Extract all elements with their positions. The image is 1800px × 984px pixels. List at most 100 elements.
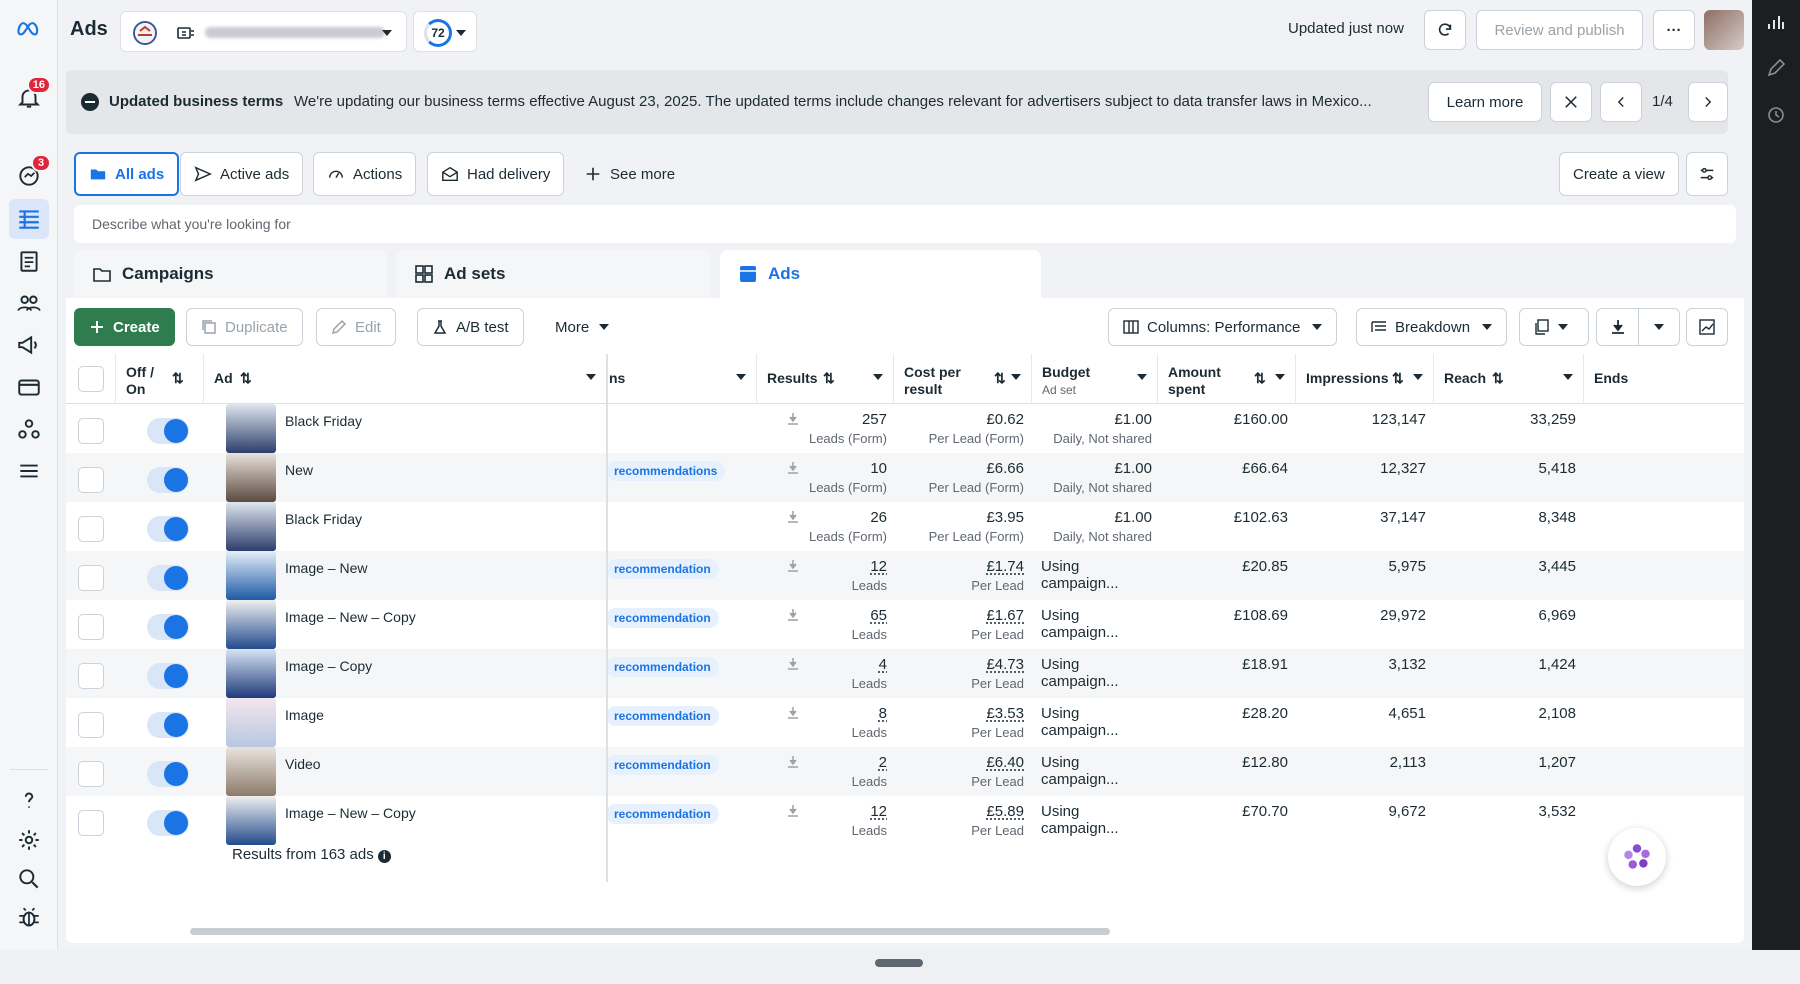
ad-status-toggle[interactable] <box>147 516 189 542</box>
reports-icon[interactable] <box>9 241 49 281</box>
pencil-icon[interactable] <box>1766 58 1786 78</box>
cost-value[interactable]: £5.89 <box>986 803 1024 820</box>
view-had-delivery[interactable]: Had delivery <box>427 152 565 196</box>
sort-icon[interactable]: ⇅ <box>172 370 184 387</box>
chevron-down-icon[interactable] <box>1563 374 1573 380</box>
ad-thumbnail[interactable] <box>226 453 276 502</box>
horizontal-scrollbar[interactable] <box>190 928 1110 935</box>
header-ends[interactable]: Ends <box>1584 354 1744 404</box>
results-value[interactable]: 12 <box>870 558 887 575</box>
results-value[interactable]: 65 <box>870 607 887 624</box>
header-budget[interactable]: Budget Ad set <box>1032 354 1158 404</box>
cost-value[interactable]: £1.74 <box>986 558 1024 575</box>
ad-name[interactable]: Video <box>285 756 321 772</box>
user-avatar[interactable] <box>1704 10 1744 50</box>
ad-thumbnail[interactable] <box>226 502 276 551</box>
ad-thumbnail[interactable] <box>226 747 276 796</box>
ad-status-toggle[interactable] <box>147 614 189 640</box>
recommendation-pill[interactable]: recommendation <box>606 755 719 775</box>
ad-name[interactable]: Image – Copy <box>285 658 372 674</box>
budget-value[interactable]: £1.00 <box>1114 460 1152 477</box>
ad-name[interactable]: Image – New <box>285 560 367 576</box>
ad-name[interactable]: Image – New – Copy <box>285 805 416 821</box>
duplicate-button[interactable]: Duplicate <box>186 308 303 346</box>
campaigns-megaphone-icon[interactable] <box>9 325 49 365</box>
row-checkbox[interactable] <box>78 516 104 542</box>
results-value[interactable]: 10 <box>870 460 887 477</box>
chevron-down-icon[interactable] <box>1137 374 1147 380</box>
create-view-button[interactable]: Create a view <box>1559 152 1679 196</box>
budget-value[interactable]: Using campaign... <box>1041 607 1119 641</box>
view-settings-button[interactable] <box>1686 152 1728 196</box>
search-input[interactable]: Describe what you're looking for <box>74 205 1736 243</box>
ad-thumbnail[interactable] <box>226 796 276 845</box>
sort-icon[interactable]: ⇅ <box>240 370 252 387</box>
results-value[interactable]: 2 <box>879 754 887 771</box>
select-all-checkbox[interactable] <box>78 366 104 392</box>
ad-status-toggle[interactable] <box>147 467 189 493</box>
ad-status-toggle[interactable] <box>147 810 189 836</box>
sort-icon[interactable]: ⇅ <box>1254 370 1266 387</box>
more-options-button[interactable]: ··· <box>1653 10 1695 50</box>
messages-icon[interactable]: 3 <box>9 154 51 196</box>
ad-thumbnail[interactable] <box>226 404 276 453</box>
table-row[interactable]: Image – Copy recommendation 4 Leads £4.73 Per… <box>66 649 1744 698</box>
table-row[interactable]: Image – New – Copy recommendation 65 Leads £… <box>66 600 1744 649</box>
chevron-down-icon[interactable] <box>1011 374 1021 380</box>
budget-value[interactable]: Using campaign... <box>1041 656 1119 690</box>
bug-report-icon[interactable] <box>9 898 49 938</box>
refresh-button[interactable] <box>1424 10 1466 50</box>
sort-icon[interactable]: ⇅ <box>994 370 1006 387</box>
header-off-on[interactable]: Off / On ⇅ <box>116 354 204 404</box>
cost-value[interactable]: £3.95 <box>986 509 1024 526</box>
chevron-down-icon[interactable] <box>586 374 596 380</box>
opportunity-score-selector[interactable]: 72 <box>413 11 477 52</box>
ad-name[interactable]: Black Friday <box>285 511 362 527</box>
see-more-views-button[interactable]: See more <box>570 152 689 196</box>
row-checkbox[interactable] <box>78 614 104 640</box>
ad-name[interactable]: Image <box>285 707 324 723</box>
ads-manager-table-icon[interactable] <box>9 199 49 239</box>
export-button[interactable] <box>1597 309 1639 345</box>
ab-test-button[interactable]: A/B test <box>417 308 524 346</box>
budget-value[interactable]: Using campaign... <box>1041 754 1119 788</box>
row-checkbox[interactable] <box>78 418 104 444</box>
chevron-down-icon[interactable] <box>873 374 883 380</box>
ad-thumbnail[interactable] <box>226 649 276 698</box>
history-clock-icon[interactable] <box>1766 105 1786 125</box>
header-results[interactable]: Results ⇅ <box>757 354 894 404</box>
budget-value[interactable]: Using campaign... <box>1041 803 1119 837</box>
header-amount-spent[interactable]: Amount spent ⇅ <box>1158 354 1296 404</box>
info-icon[interactable]: i <box>377 850 391 863</box>
columns-selector[interactable]: Columns: Performance <box>1108 308 1338 346</box>
learn-more-button[interactable]: Learn more <box>1428 82 1542 122</box>
close-banner-button[interactable] <box>1550 82 1592 122</box>
recommendation-pill[interactable]: recommendation <box>606 706 719 726</box>
ad-account-selector[interactable] <box>120 11 407 52</box>
row-checkbox[interactable] <box>78 712 104 738</box>
settings-gear-icon[interactable] <box>9 820 49 860</box>
ad-status-toggle[interactable] <box>147 418 189 444</box>
cost-value[interactable]: £3.53 <box>986 705 1024 722</box>
view-all-ads[interactable]: All ads <box>74 152 180 196</box>
chevron-down-icon[interactable] <box>1413 374 1423 380</box>
view-active-ads[interactable]: Active ads <box>180 152 304 196</box>
tab-adsets[interactable]: Ad sets <box>396 250 711 298</box>
previous-notice-button[interactable] <box>1600 82 1642 122</box>
resize-handle[interactable] <box>875 959 923 967</box>
ai-assistant-button[interactable] <box>1608 828 1666 886</box>
all-tools-menu-icon[interactable] <box>9 451 49 491</box>
row-checkbox[interactable] <box>78 467 104 493</box>
ad-name[interactable]: Image – New – Copy <box>285 609 416 625</box>
edit-button[interactable]: Edit <box>316 308 396 346</box>
header-recommendations[interactable]: ns <box>607 354 757 404</box>
chevron-down-icon[interactable] <box>1275 374 1285 380</box>
table-row[interactable]: Image – New – Copy recommendation 12 Leads £… <box>66 796 1744 845</box>
notifications-icon[interactable]: 16 <box>9 76 51 118</box>
ad-status-toggle[interactable] <box>147 712 189 738</box>
header-cost-per-result[interactable]: Cost per result ⇅ <box>894 354 1032 404</box>
billing-card-icon[interactable] <box>9 367 49 407</box>
results-value[interactable]: 12 <box>870 803 887 820</box>
sort-icon[interactable]: ⇅ <box>1392 370 1404 387</box>
recommendation-pill[interactable]: recommendation <box>606 608 719 628</box>
